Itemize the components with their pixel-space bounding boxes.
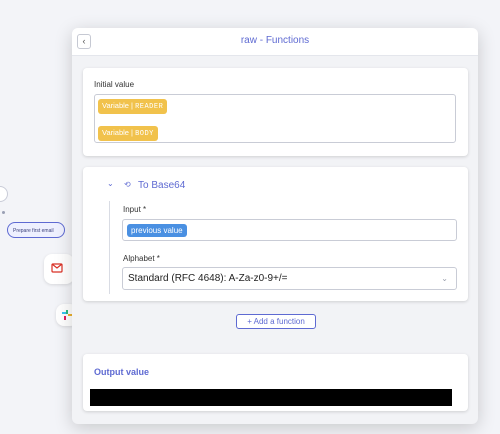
output-value-card: Output value	[83, 354, 468, 411]
previous-value-tag[interactable]: previous value	[127, 224, 187, 237]
chevron-down-icon: ⌄	[441, 274, 448, 283]
transform-icon: ⟲	[124, 180, 131, 189]
tag-name: BODY	[135, 130, 154, 138]
canvas-node-prepare-email[interactable]: Prepare first email	[7, 222, 65, 238]
chevron-down-icon[interactable]: ⌄	[107, 179, 114, 188]
input-field[interactable]: previous value	[122, 219, 457, 241]
output-value-label: Output value	[94, 367, 150, 377]
initial-value-card: Initial value Variable | READER Variable…	[83, 68, 468, 156]
tag-prefix: Variable |	[102, 101, 136, 110]
canvas-connector-node[interactable]	[0, 186, 8, 202]
alphabet-value: Standard (RFC 4648): A-Za-z0-9+/=	[128, 273, 288, 284]
canvas-node-label: Prepare first email	[13, 228, 54, 234]
gmail-icon	[51, 263, 63, 273]
initial-value-label: Initial value	[94, 80, 135, 89]
alphabet-select[interactable]: Standard (RFC 4648): A-Za-z0-9+/= ⌄	[122, 267, 457, 290]
tag-name: READER	[135, 103, 164, 111]
input-label: Input *	[123, 205, 147, 214]
panel-header: ‹ raw - Functions	[72, 28, 478, 56]
function-card-to-base64: ⌄ ⟲ To Base64 Input * previous value Alp…	[83, 167, 468, 301]
output-value-field[interactable]	[90, 389, 452, 406]
canvas-connector-dot	[2, 211, 5, 214]
function-name: To Base64	[138, 180, 186, 191]
variable-tag-reader[interactable]: Variable | READER	[98, 99, 168, 114]
tag-prefix: Variable |	[102, 128, 136, 137]
add-function-button[interactable]: + Add a function	[236, 314, 316, 329]
alphabet-label: Alphabet *	[123, 254, 160, 263]
panel-title: raw - Functions	[240, 35, 310, 46]
canvas-node-gmail[interactable]	[44, 254, 74, 284]
variable-tag-body[interactable]: Variable | BODY	[98, 126, 158, 141]
initial-value-field[interactable]: Variable | READER Variable | BODY	[94, 94, 456, 143]
functions-panel: ‹ raw - Functions Initial value Variable…	[72, 28, 478, 424]
function-divider	[109, 201, 110, 294]
